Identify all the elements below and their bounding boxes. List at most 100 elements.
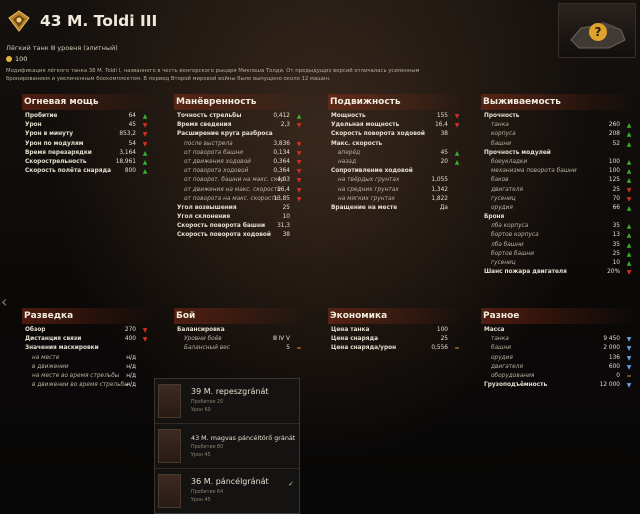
arrow-up-indicator-icon: ▲ (626, 250, 632, 258)
equal-indicator-icon: = (626, 372, 632, 380)
arrow-down-indicator-icon: ▼ (626, 382, 632, 390)
stat-label: Цена снаряда (331, 336, 379, 343)
stat-label: лба корпуса (491, 223, 529, 230)
stat-label: Время перезарядки (25, 149, 92, 156)
stat-value: 1,822 (431, 195, 448, 202)
stat-value: 13 (612, 232, 620, 239)
arrow-down-indicator-icon: ▼ (296, 140, 302, 148)
stat-row: на средних грунтах 1,342 (328, 186, 464, 195)
stat-row: Сопротивление ходовой (328, 167, 464, 176)
stat-row: двигателя 600 ▼ (481, 363, 636, 372)
panel-title: Выживаемость (481, 94, 636, 110)
tank-title: 43 M. Toldi III (40, 12, 158, 30)
stat-value: 45 (440, 149, 448, 156)
arrow-up-indicator-icon: ▲ (626, 177, 632, 185)
stat-row: Время перезарядки 3,164 ▲ (22, 149, 152, 158)
stat-label: Мощность (331, 113, 366, 119)
stat-value: Ⅲ Ⅳ V (273, 336, 290, 343)
stat-row: Цена танка 100 (328, 326, 464, 335)
stat-label: Угол склонения (177, 214, 231, 221)
stat-label: Прочность (484, 113, 520, 119)
stat-row: двигателя 25 ▼ (481, 186, 636, 195)
ammo-item[interactable]: 43 M. magvas páncéltörő gránát Пробитие … (155, 424, 299, 469)
stat-label: Обзор (25, 327, 46, 333)
stat-label: Скорость поворота ходовой (331, 131, 425, 138)
stat-label: на твёрдых грунтах (338, 177, 400, 184)
panel-title: Разное (481, 308, 636, 324)
stat-label: лба башни (491, 241, 524, 248)
stat-label: Макс. скорость (331, 140, 383, 147)
stat-row: Обзор 270 ▼ (22, 326, 152, 335)
stat-row: Прочность (481, 112, 636, 121)
stat-value: 38 (440, 131, 448, 138)
stat-label: Угол возвышения (177, 204, 237, 211)
stat-label: Удельная мощность (331, 122, 400, 129)
stat-label: двигателя (491, 363, 523, 370)
stat-value: н/д (126, 372, 136, 379)
stat-label: гусениц (491, 260, 516, 266)
equal-indicator-icon: = (296, 345, 302, 353)
stat-label: Время сведения (177, 122, 232, 129)
stat-label: от поворота на макс. скорости (184, 195, 279, 202)
shell-icon (158, 384, 181, 418)
panel-mobility: Подвижность Мощность 155 ▼ Удельная мощност… (328, 94, 464, 213)
arrow-up-indicator-icon: ▲ (626, 241, 632, 249)
stat-row: гусениц 10 ▲ (481, 259, 636, 268)
stat-label: орудия (491, 354, 513, 361)
ammo-item-selected[interactable]: 36 M. páncélgránát Пробитие 64 Урон 45 ✓ (155, 469, 299, 514)
stat-value: 270 (124, 327, 136, 333)
stat-label: орудия (491, 204, 513, 211)
arrow-down-indicator-icon: ▼ (626, 363, 632, 371)
ammo-item[interactable]: 39 M. repeszgránát Пробитие 20 Урон 60 (155, 379, 299, 424)
stat-row: на месте н/д (22, 354, 152, 363)
stat-row: Точность стрельбы 0,412 ▲ (174, 112, 306, 121)
stat-value: 600 (608, 363, 620, 370)
arrow-down-indicator-icon: ▼ (296, 122, 302, 130)
stat-value: 800 (124, 168, 136, 175)
stat-row: Грузоподъёмность 12 000 ▼ (481, 381, 636, 390)
previous-arrow-icon[interactable]: ‹ (1, 292, 11, 312)
stat-label: на месте (32, 354, 60, 361)
tank-preview[interactable]: ? (558, 3, 636, 58)
stat-value: 2,3 (280, 122, 290, 129)
stat-label: от поворот. башни на макс. скор. (184, 177, 287, 184)
stat-row: орудия 136 ▼ (481, 354, 636, 363)
stat-label: назад (338, 158, 356, 165)
panel-title: Огневая мощь (22, 94, 152, 110)
stat-row: Урон в минуту 853,2 ▼ (22, 130, 152, 139)
stat-row: от поворота ходовой 0,364 ▼ (174, 167, 306, 176)
stat-value: 9 450 (603, 336, 620, 343)
stat-value: 20% (607, 269, 620, 276)
unknown-tank-icon: ? (570, 22, 626, 49)
stat-value: 3,836 (273, 140, 290, 147)
stat-value: н/д (126, 382, 136, 389)
stat-label: на мягких грунтах (338, 195, 395, 202)
tank-class-level: Лёгкий танк Ⅲ уровня (элитный) (6, 44, 118, 52)
stat-value: 25 (612, 250, 620, 257)
panel-recon: Разведка Обзор 270 ▼ Дистанция связи 400 ▼ Зна… (22, 308, 152, 390)
stat-value: 13,85 (273, 195, 290, 202)
stat-row: Цена снаряда/урон 0,556 = (328, 344, 464, 353)
stat-value: 155 (436, 113, 448, 119)
stat-label: башни (491, 345, 511, 352)
stat-value: 136 (608, 354, 620, 361)
stat-row: оборудования 0 = (481, 372, 636, 381)
stat-label: корпуса (491, 131, 516, 138)
stat-value: н/д (126, 354, 136, 361)
arrow-down-indicator-icon: ▼ (296, 177, 302, 185)
stat-row: Удельная мощность 16,4 ▼ (328, 121, 464, 130)
stat-value: н/д (126, 363, 136, 370)
arrow-down-indicator-icon: ▼ (626, 336, 632, 344)
arrow-up-indicator-icon: ▲ (626, 223, 632, 231)
arrow-down-indicator-icon: ▼ (626, 269, 632, 277)
stat-row: от движения ходовой 0,364 ▼ (174, 158, 306, 167)
stat-row: Балансировка (174, 326, 306, 335)
equal-indicator-icon: = (454, 345, 460, 353)
stat-value: 25 (612, 186, 620, 193)
stat-value: 0,412 (273, 113, 290, 119)
stat-value: 20 (440, 158, 448, 165)
arrow-up-indicator-icon: ▲ (296, 113, 302, 120)
stat-value: 100 (608, 168, 620, 175)
stat-value: 1,055 (431, 177, 448, 184)
stat-label: Дистанция связи (25, 336, 82, 343)
